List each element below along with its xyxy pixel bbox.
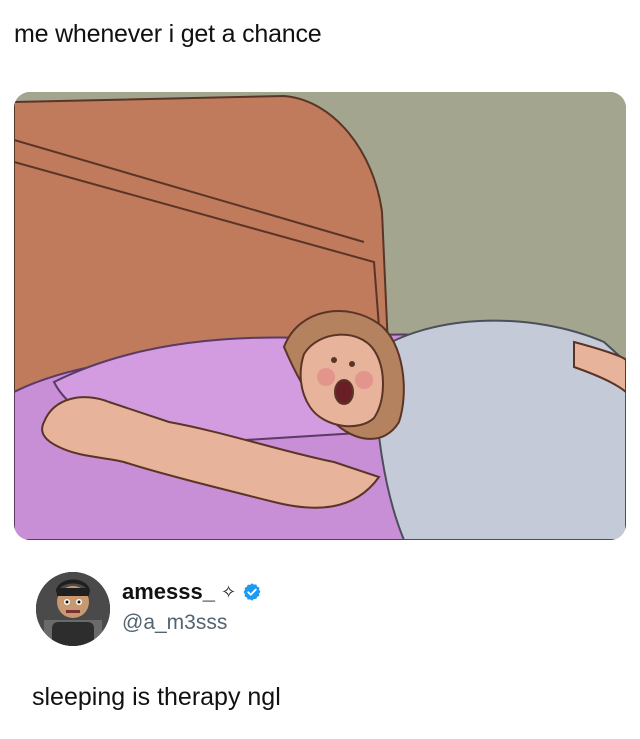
profile-avatar[interactable] xyxy=(36,572,110,646)
meme-illustration xyxy=(14,92,626,540)
tweet-post-card: amesss_ ✧ @a_m3sss sleeping is therapy n… xyxy=(0,560,640,739)
avatar-illustration-icon xyxy=(36,572,110,646)
post-text: sleeping is therapy ngl xyxy=(32,683,281,711)
author-name-row: amesss_ ✧ xyxy=(122,578,262,606)
user-handle[interactable]: @a_m3sss xyxy=(122,612,227,633)
display-name[interactable]: amesss_ xyxy=(122,581,215,603)
verified-badge-icon xyxy=(242,582,262,602)
sleeping-woman-image[interactable] xyxy=(14,92,626,540)
sparkle-icon: ✧ xyxy=(220,582,237,602)
meme-caption: me whenever i get a chance xyxy=(14,20,322,48)
